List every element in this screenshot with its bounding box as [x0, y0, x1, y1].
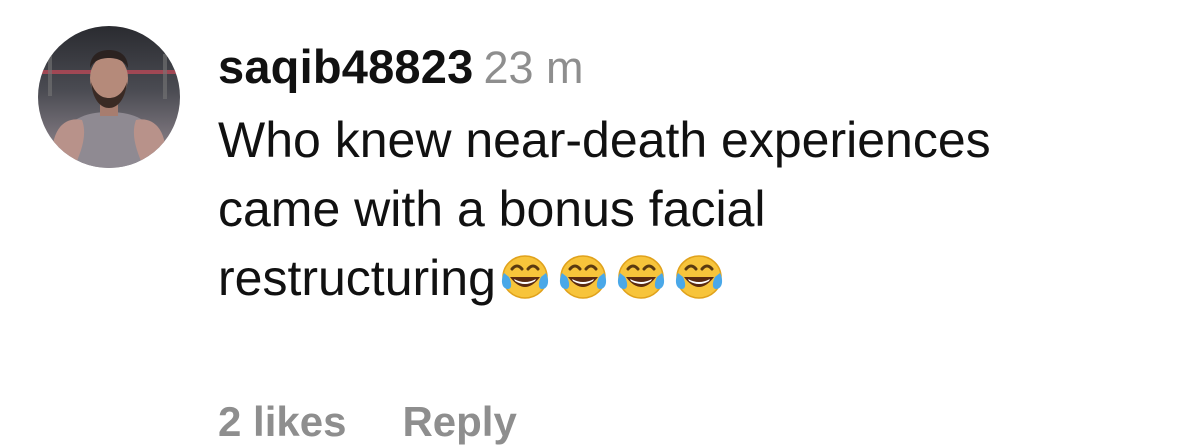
face-with-tears-of-joy-icon — [672, 250, 726, 300]
face-with-tears-of-joy-icon — [614, 250, 668, 300]
emoji-group — [498, 250, 730, 319]
reply-button[interactable]: Reply — [402, 398, 516, 445]
likes-count-button[interactable]: 2 likes — [218, 398, 346, 445]
username-link[interactable]: saqib48823 — [218, 40, 473, 93]
comment-text-word: restructuring — [218, 250, 496, 306]
avatar[interactable] — [38, 26, 180, 168]
face-with-tears-of-joy-icon — [498, 250, 552, 300]
comment-timestamp: 23 m — [483, 42, 584, 93]
comment-body: saqib48823 23 m Who knew near-death exper… — [218, 34, 1200, 319]
comment-text-line: restructuring — [218, 244, 1200, 319]
comment-header: saqib48823 23 m — [218, 34, 1200, 100]
comment-text: Who knew near-death experiences came wit… — [218, 106, 1200, 319]
avatar-photo — [38, 26, 180, 168]
face-with-tears-of-joy-icon — [556, 250, 610, 300]
comment-item: saqib48823 23 m Who knew near-death exper… — [0, 0, 1200, 447]
comment-text-line: Who knew near-death experiences — [218, 112, 991, 168]
comment-text-line: came with a bonus facial — [218, 181, 766, 237]
comment-actions: 2 likes Reply — [218, 392, 517, 447]
